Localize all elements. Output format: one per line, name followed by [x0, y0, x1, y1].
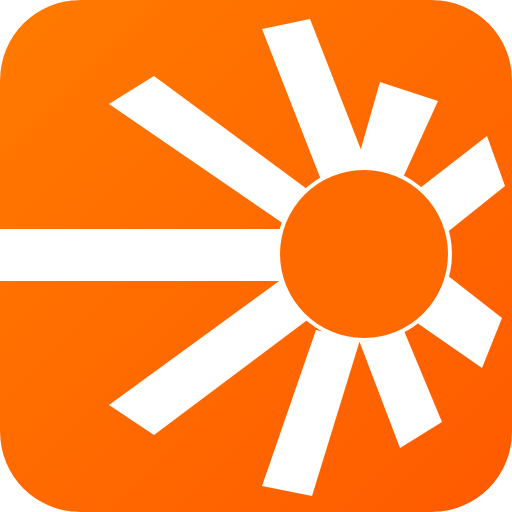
- horizontal-bar: [0, 229, 300, 281]
- sun-core: [280, 170, 448, 338]
- app-icon[interactable]: [0, 0, 512, 512]
